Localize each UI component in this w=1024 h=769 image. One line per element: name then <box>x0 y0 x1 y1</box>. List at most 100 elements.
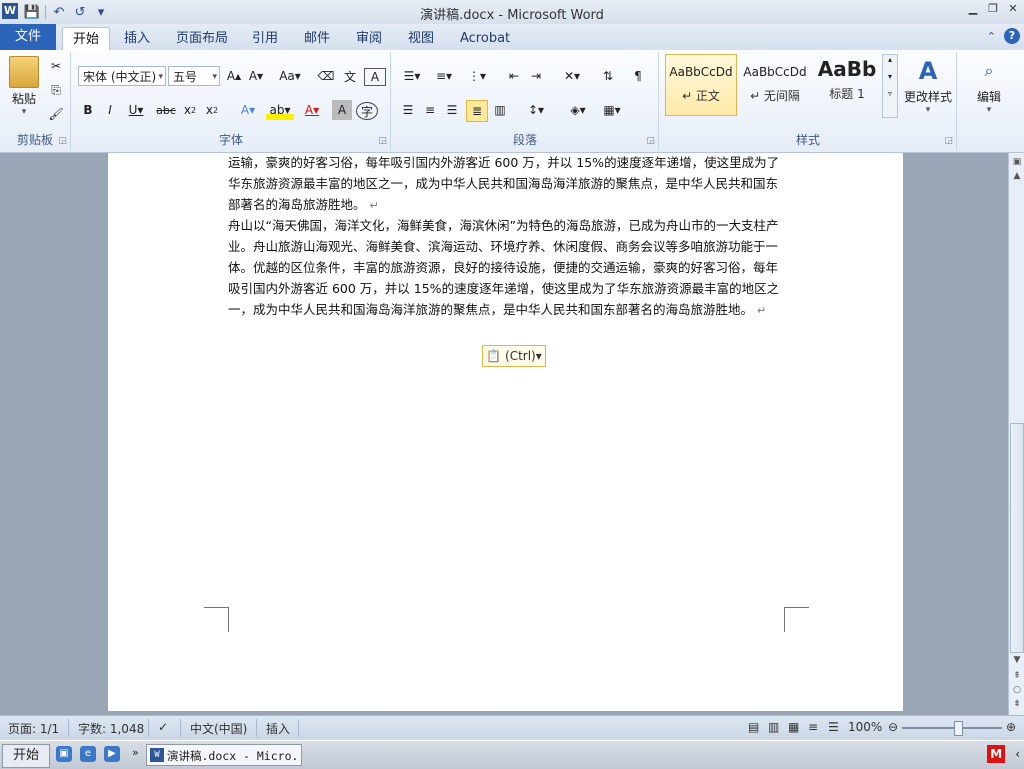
text-effects-icon[interactable]: A▾ <box>234 100 262 120</box>
font-name-combo[interactable]: 宋体 (中文正) ▾ <box>78 66 166 86</box>
tab-mailings[interactable]: 邮件 <box>294 27 340 50</box>
clipboard-launcher-icon[interactable]: ◲ <box>58 136 67 146</box>
bold-icon[interactable]: B <box>78 100 98 120</box>
close-icon[interactable]: ✕ <box>1006 2 1020 16</box>
change-styles-button[interactable]: A 更改样式 ▾ <box>902 56 954 115</box>
vertical-scrollbar[interactable]: ▣ ▲ ▼ ⇞ ○ ⇟ <box>1008 153 1024 715</box>
scroll-down-icon[interactable]: ▼ <box>1009 653 1024 667</box>
styles-gallery-scroll[interactable]: ▴ ▾ ▿ <box>882 54 898 118</box>
more-styles-icon[interactable]: ▿ <box>883 89 897 98</box>
page-count[interactable]: 页面: 1/1 <box>8 720 59 737</box>
paragraph[interactable]: 舟山以“海天佛国，海洋文化，海鲜美食，海滨休闲”为特色的海岛旅游，已成为舟山市的… <box>228 216 783 321</box>
paste-button[interactable]: 粘贴 ▾ <box>6 56 42 117</box>
justify-icon[interactable]: ≣ <box>466 100 488 122</box>
copy-icon[interactable]: ⎘ <box>46 80 66 100</box>
font-launcher-icon[interactable]: ◲ <box>378 136 387 146</box>
format-painter-icon[interactable]: 🖌 <box>46 104 66 124</box>
font-size-combo[interactable]: 五号 ▾ <box>168 66 220 86</box>
paste-options-button[interactable]: 📋 (Ctrl)▾ <box>482 345 546 367</box>
decrease-indent-icon[interactable]: ⇤ <box>504 66 524 86</box>
numbering-icon[interactable]: ≡▾ <box>430 66 458 86</box>
full-screen-reading-icon[interactable]: ▥ <box>768 720 779 734</box>
browser-icon[interactable]: e <box>80 746 96 762</box>
zoom-level[interactable]: 100% <box>848 720 882 734</box>
font-color-icon[interactable]: A▾ <box>298 100 326 120</box>
select-browse-object-icon[interactable]: ○ <box>1009 683 1024 697</box>
ruler-toggle-icon[interactable]: ▣ <box>1009 155 1024 169</box>
phonetic-guide-icon[interactable]: 文 <box>340 66 360 86</box>
paste-dropdown-icon[interactable]: ▾ <box>6 107 42 117</box>
paragraph[interactable]: 运输，豪爽的好客习俗，每年吸引国内外游客近 600 万，并以 15%的速度逐年递… <box>228 153 783 216</box>
restore-icon[interactable]: ❐ <box>986 2 1000 16</box>
change-case-icon[interactable]: Aa▾ <box>276 66 304 86</box>
align-left-icon[interactable]: ☰ <box>398 100 418 120</box>
tray-app-icon[interactable]: M <box>987 745 1006 763</box>
character-shading-icon[interactable]: A <box>332 100 352 120</box>
align-center-icon[interactable]: ≡ <box>420 100 440 120</box>
styles-launcher-icon[interactable]: ◲ <box>944 136 953 146</box>
shrink-font-icon[interactable]: A ▼ <box>246 66 266 86</box>
tab-home[interactable]: 开始 <box>62 27 111 51</box>
sort-icon[interactable]: ⇅ <box>598 66 618 86</box>
tab-file[interactable]: 文件 <box>0 24 56 50</box>
subscript-icon[interactable]: x2 <box>180 100 200 120</box>
taskbar-item-word[interactable]: W 演讲稿.docx - Micro... <box>146 744 302 766</box>
start-button[interactable]: 开始 <box>2 744 50 768</box>
increase-indent-icon[interactable]: ⇥ <box>526 66 546 86</box>
print-layout-view-icon[interactable]: ▤ <box>748 720 759 734</box>
align-right-icon[interactable]: ☰ <box>442 100 462 120</box>
desktop-icon[interactable]: ▣ <box>56 746 72 762</box>
scroll-up-icon[interactable]: ▲ <box>1009 169 1024 183</box>
strikethrough-icon[interactable]: abc <box>154 100 178 120</box>
tab-view[interactable]: 视图 <box>398 27 444 50</box>
character-border-icon[interactable]: A <box>364 68 386 86</box>
tab-insert[interactable]: 插入 <box>114 27 160 50</box>
superscript-icon[interactable]: x2 <box>202 100 222 120</box>
help-icon[interactable]: ? <box>1004 28 1020 44</box>
draft-view-icon[interactable]: ☰ <box>828 720 839 734</box>
line-spacing-icon[interactable]: ↕▾ <box>522 100 550 120</box>
tab-review[interactable]: 审阅 <box>346 27 392 50</box>
word-count[interactable]: 字数: 1,048 <box>78 720 144 737</box>
show-formatting-marks-icon[interactable]: ¶ <box>628 66 648 86</box>
grow-font-icon[interactable]: A ▲ <box>224 66 244 86</box>
tab-page-layout[interactable]: 页面布局 <box>166 27 238 50</box>
zoom-slider-knob[interactable] <box>954 721 963 736</box>
enclose-characters-icon[interactable]: 字 <box>356 102 378 120</box>
multilevel-list-icon[interactable]: ⋮▾ <box>462 66 492 86</box>
document-page[interactable]: 运输，豪爽的好客习俗，每年吸引国内外游客近 600 万，并以 15%的速度逐年递… <box>108 153 903 711</box>
outline-view-icon[interactable]: ≡ <box>808 720 818 734</box>
more-quick-launch-icon[interactable]: » <box>132 746 139 759</box>
tab-acrobat[interactable]: Acrobat <box>450 27 520 50</box>
zoom-out-icon[interactable]: ⊖ <box>888 720 898 734</box>
style-no-spacing[interactable]: AaBbCcDd ↵ 无间隔 <box>739 54 811 116</box>
document-body[interactable]: 运输，豪爽的好客习俗，每年吸引国内外游客近 600 万，并以 15%的速度逐年递… <box>228 153 783 321</box>
borders-icon[interactable]: ▦▾ <box>598 100 626 120</box>
clear-formatting-icon[interactable]: ⌫ <box>316 66 336 86</box>
scroll-thumb[interactable] <box>1010 423 1024 653</box>
distributed-icon[interactable]: ▥ <box>490 100 510 120</box>
paragraph-launcher-icon[interactable]: ◲ <box>646 136 655 146</box>
minimize-icon[interactable]: ▁ <box>966 2 980 16</box>
proofing-icon[interactable]: ✓ <box>158 720 168 734</box>
scroll-up-icon[interactable]: ▴ <box>883 55 897 64</box>
zoom-in-icon[interactable]: ⊕ <box>1006 720 1016 734</box>
bullets-icon[interactable]: ☰▾ <box>398 66 426 86</box>
shading-icon[interactable]: ◈▾ <box>564 100 592 120</box>
web-layout-icon[interactable]: ▦ <box>788 720 799 734</box>
underline-icon[interactable]: U▾ <box>122 100 150 120</box>
zoom-slider-track[interactable] <box>902 727 1002 729</box>
style-heading-1[interactable]: AaBb 标题 1 <box>813 54 881 116</box>
style-normal[interactable]: AaBbCcDd ↵ 正文 <box>665 54 737 116</box>
italic-icon[interactable]: I <box>100 100 120 120</box>
language[interactable]: 中文(中国) <box>190 720 247 737</box>
minimize-ribbon-icon[interactable]: ⌃ <box>987 30 996 43</box>
previous-page-icon[interactable]: ⇞ <box>1009 669 1024 683</box>
insert-mode[interactable]: 插入 <box>266 720 290 737</box>
tray-expand-icon[interactable]: ‹ <box>1015 747 1020 761</box>
chinese-layout-icon[interactable]: ✕▾ <box>558 66 586 86</box>
next-page-icon[interactable]: ⇟ <box>1009 697 1024 711</box>
highlight-color-icon[interactable]: ab▾ <box>266 100 294 120</box>
tab-references[interactable]: 引用 <box>242 27 288 50</box>
cut-icon[interactable]: ✂ <box>46 56 66 76</box>
